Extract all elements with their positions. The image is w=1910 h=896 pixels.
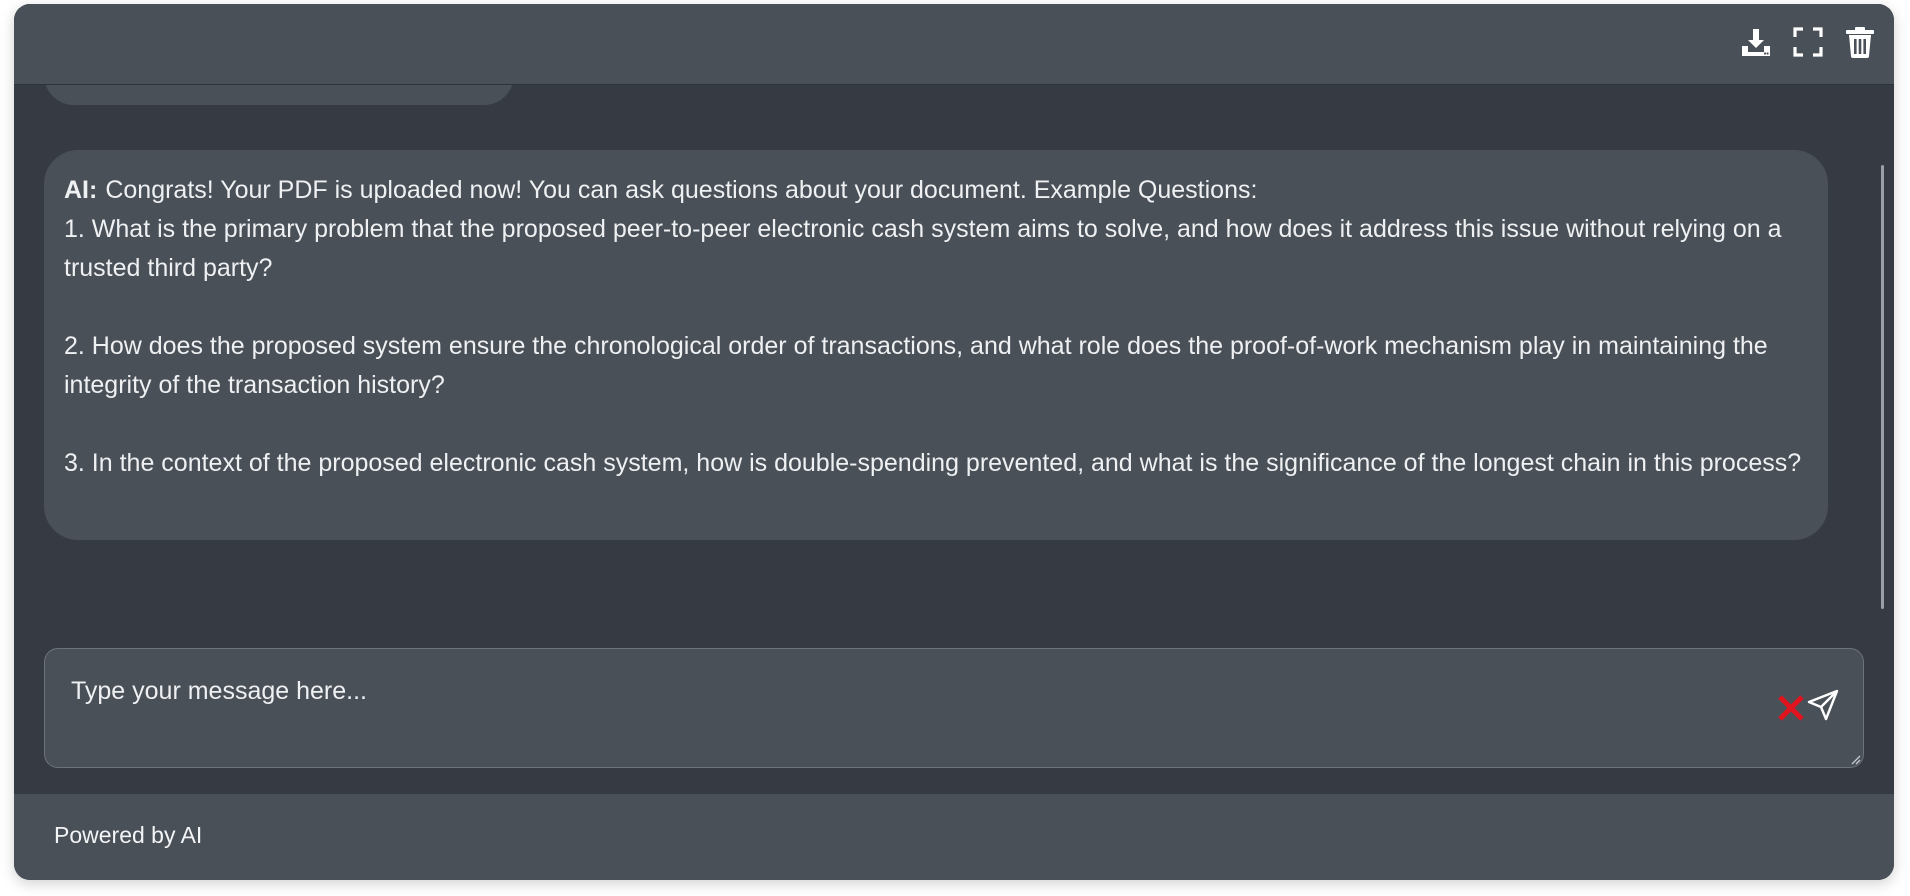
intro-text: Congrats! Your PDF is uploaded now! You …	[105, 176, 1258, 204]
resize-handle-icon[interactable]	[1849, 753, 1861, 765]
trash-icon	[1846, 27, 1874, 58]
header-actions	[1740, 26, 1876, 58]
example-question: 3. In the context of the proposed electr…	[64, 449, 1802, 477]
fullscreen-button[interactable]	[1792, 26, 1824, 58]
scrollbar[interactable]	[1881, 165, 1884, 609]
example-question: 1. What is the primary problem that the …	[64, 215, 1782, 282]
fullscreen-icon	[1793, 27, 1823, 57]
message-input[interactable]	[45, 649, 1863, 767]
download-button[interactable]	[1740, 26, 1772, 58]
delete-button[interactable]	[1844, 26, 1876, 58]
chat-header	[14, 4, 1894, 85]
sender-label: AI:	[64, 176, 98, 204]
clear-button[interactable]	[1774, 691, 1808, 725]
ai-message-intro: AI: Congrats! Your PDF is uploaded now! Y…	[64, 171, 1808, 210]
previous-message-bubble	[44, 85, 514, 105]
ai-message-bubble: AI: Congrats! Your PDF is uploaded now! Y…	[44, 150, 1828, 540]
close-icon	[1778, 695, 1804, 721]
example-question: 2. How does the proposed system ensure t…	[64, 332, 1768, 399]
chat-footer: Powered by AI	[14, 794, 1894, 880]
send-button[interactable]	[1805, 687, 1841, 723]
send-icon	[1807, 689, 1839, 721]
message-composer	[44, 648, 1864, 768]
powered-by-text: Powered by AI	[54, 822, 203, 848]
download-icon	[1742, 29, 1770, 56]
chat-window: AI: Congrats! Your PDF is uploaded now! Y…	[14, 4, 1894, 880]
message-list[interactable]: AI: Congrats! Your PDF is uploaded now! Y…	[14, 85, 1894, 798]
